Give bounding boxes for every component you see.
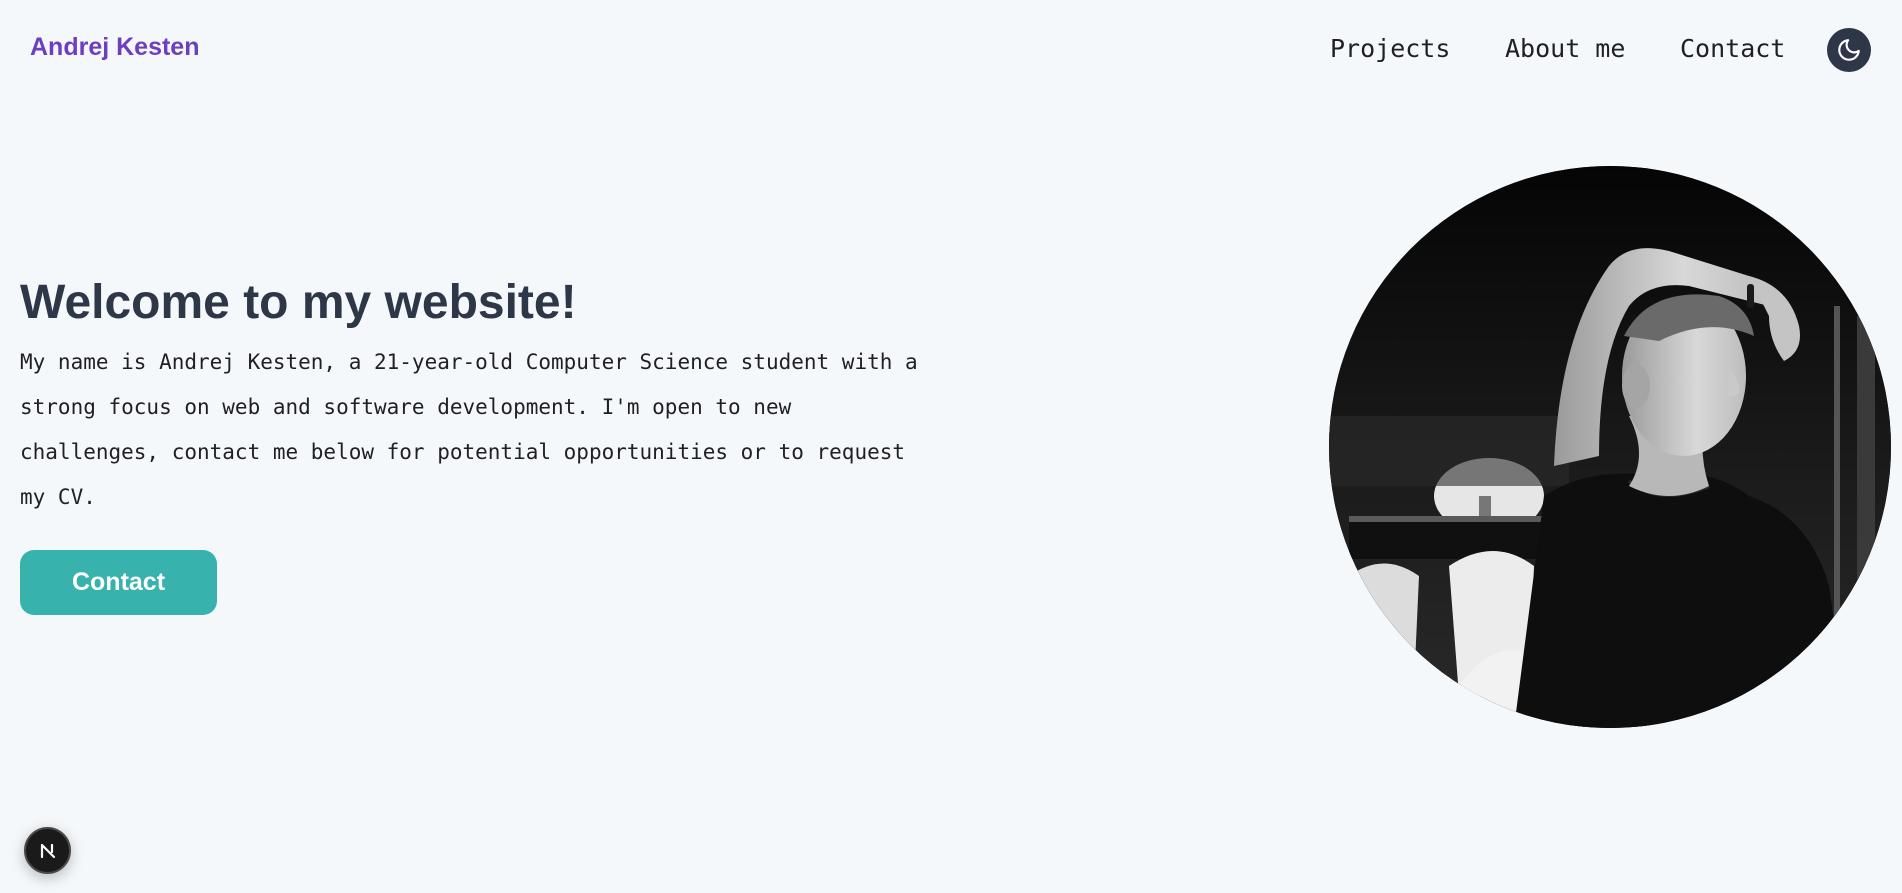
nav-link-about[interactable]: About me	[1505, 34, 1625, 63]
contact-button[interactable]: Contact	[20, 550, 217, 615]
profile-photo	[1329, 166, 1891, 728]
profile-photo-illustration	[1329, 166, 1891, 728]
site-logo[interactable]: Andrej Kesten	[30, 33, 199, 62]
hero-description: My name is Andrej Kesten, a 21-year-old …	[20, 340, 1000, 520]
site-header: Andrej Kesten Projects About me Contact	[0, 0, 1902, 100]
nav-link-projects[interactable]: Projects	[1330, 34, 1450, 63]
next-logo-icon	[40, 843, 55, 858]
hero-description-line: My name is Andrej Kesten, a 21-year-old …	[20, 350, 918, 374]
moon-icon	[1838, 39, 1860, 61]
dev-tools-badge[interactable]	[24, 827, 71, 874]
hero-title: Welcome to my website!	[20, 276, 577, 329]
hero-description-line: strong focus on web and software develop…	[20, 395, 792, 419]
nav-link-contact[interactable]: Contact	[1680, 34, 1785, 63]
hero-description-line: my CV.	[20, 485, 96, 509]
hero-description-line: challenges, contact me below for potenti…	[20, 440, 906, 464]
theme-toggle-button[interactable]	[1827, 28, 1871, 72]
